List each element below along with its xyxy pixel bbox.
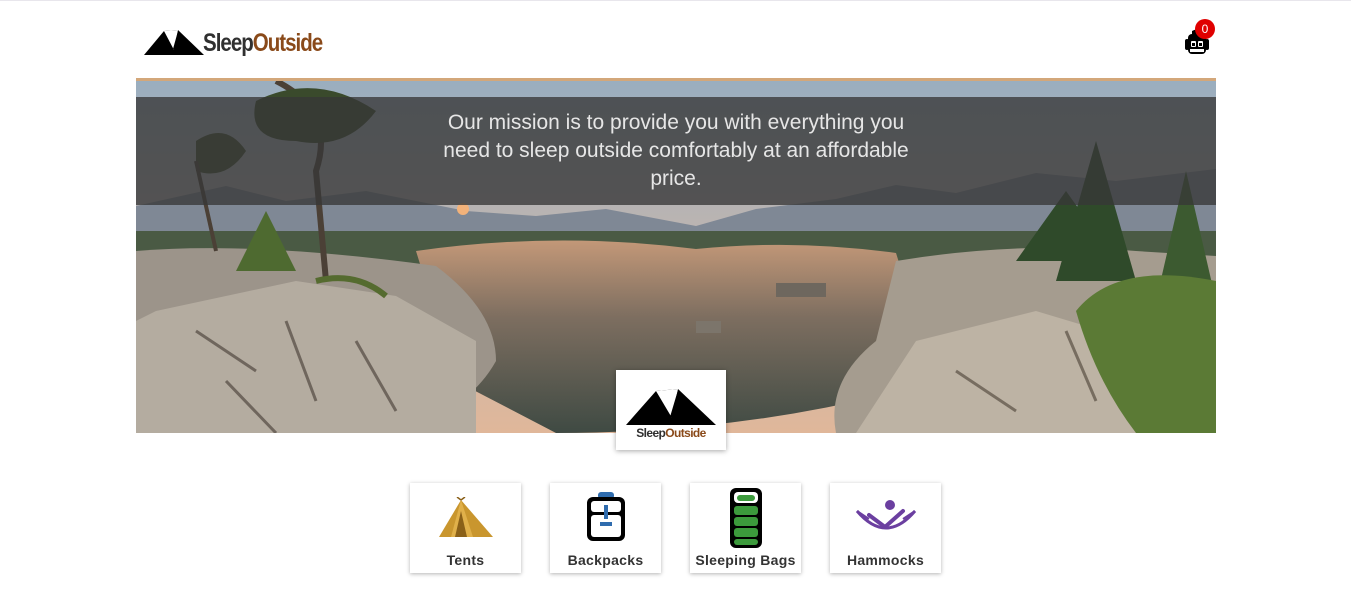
category-sleeping-bags[interactable]: Sleeping Bags [690,483,801,573]
hero-logo-text-sleep: Sleep [636,426,666,440]
tent-icon [438,497,493,537]
category-hammocks-label: Hammocks [846,552,925,568]
logo-text: SleepOutside [203,28,323,58]
hero-logo-badge: SleepOutside [616,370,726,450]
mission-statement-banner: Our mission is to provide you with every… [136,97,1216,205]
hero-logo-text: SleepOutside [616,426,726,440]
tent-logo-icon [626,389,716,425]
mission-statement-text: Our mission is to provide you with every… [443,111,909,190]
category-backpacks-label: Backpacks [567,552,644,568]
hero-logo-text-outside: Outside [665,426,706,440]
product-categories: Tents Backpacks Sleeping Bags Hammocks [410,483,941,573]
home-logo-link[interactable]: SleepOutside [144,27,348,57]
cart-count-badge: 0 [1195,19,1215,39]
category-sleeping-bags-label: Sleeping Bags [695,552,796,568]
backpack-icon [586,492,625,541]
category-backpacks[interactable]: Backpacks [550,483,661,573]
cart-button[interactable]: 0 [1180,19,1220,59]
category-tents[interactable]: Tents [410,483,521,573]
sleeping-bag-icon [729,488,762,548]
tent-logo-icon [144,30,204,55]
category-tents-label: Tents [446,552,485,568]
logo-text-outside: Outside [252,28,323,57]
hammock-icon [855,500,916,530]
logo-text-sleep: Sleep [203,28,254,57]
category-hammocks[interactable]: Hammocks [830,483,941,573]
